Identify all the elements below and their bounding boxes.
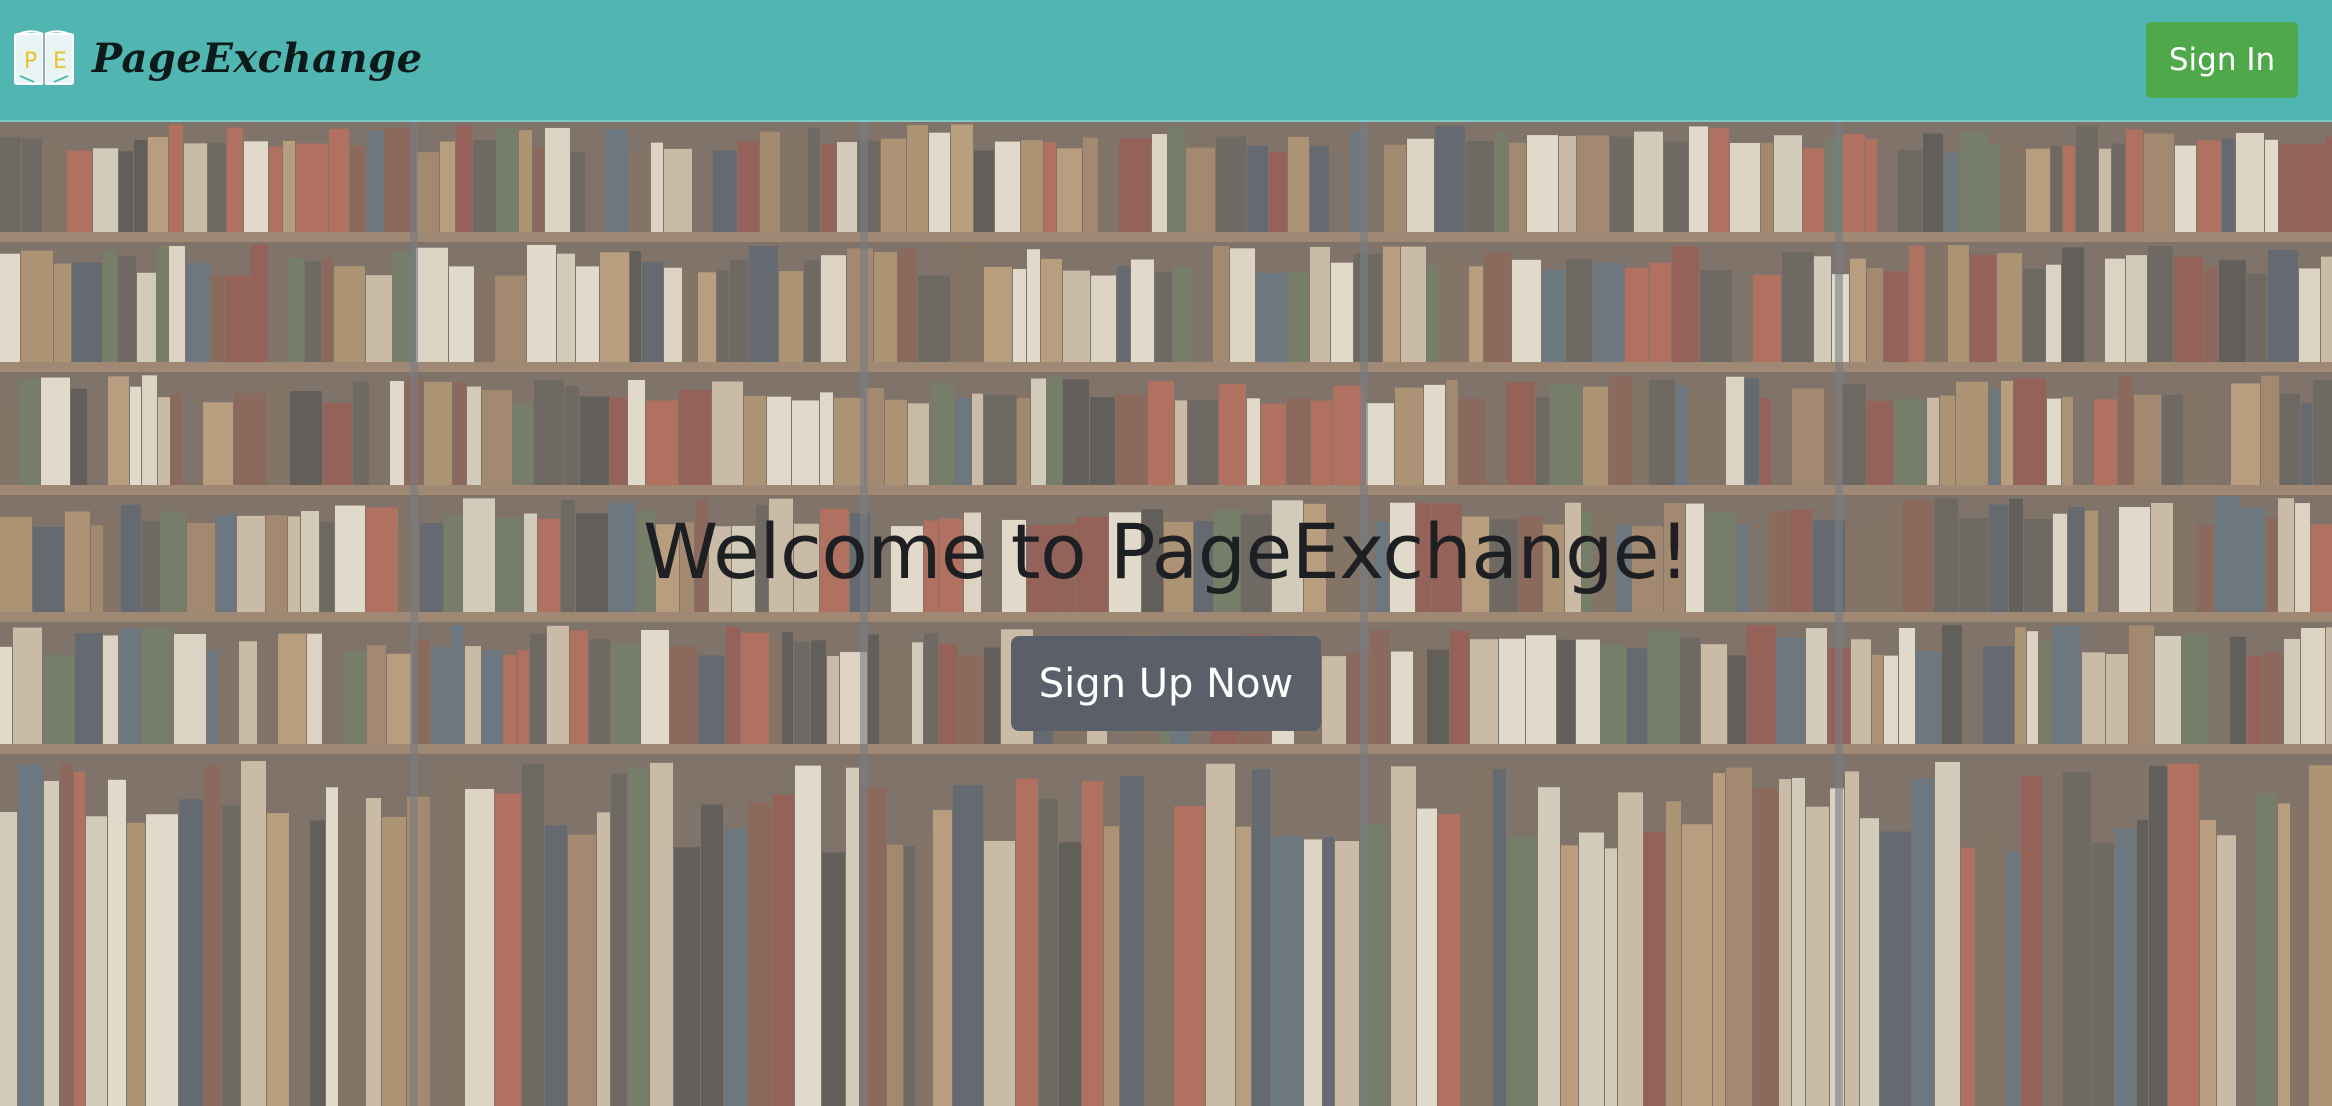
hero-section: Welcome to PageExchange! Sign Up Now (0, 122, 2332, 1106)
logo-letter-p: P (24, 49, 37, 74)
hero-title: Welcome to PageExchange! (642, 507, 1690, 596)
brand-name: PageExchange (92, 34, 423, 82)
hero-content: Welcome to PageExchange! Sign Up Now (0, 507, 2332, 731)
brand-link[interactable]: P E PageExchange (12, 26, 423, 90)
logo-letter-e: E (53, 49, 67, 74)
sign-in-button[interactable]: Sign In (2146, 22, 2298, 98)
open-book-icon: P E (14, 30, 74, 85)
navbar: P E PageExchange Sign In (0, 0, 2332, 122)
sign-up-now-button[interactable]: Sign Up Now (1011, 636, 1321, 731)
